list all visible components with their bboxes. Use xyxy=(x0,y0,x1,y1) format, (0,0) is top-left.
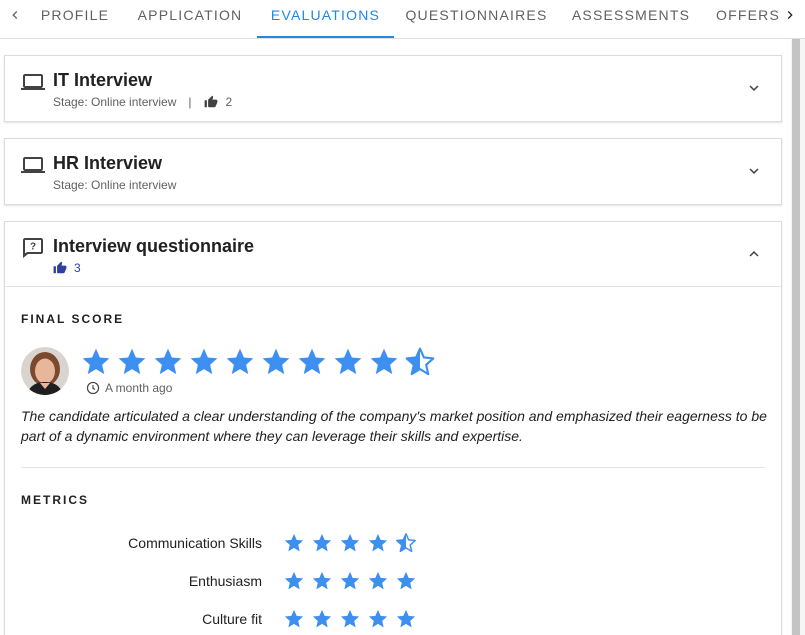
chevron-left-icon xyxy=(12,11,18,19)
card-title: HR Interview xyxy=(53,153,163,173)
avatar xyxy=(21,347,69,395)
laptop-icon xyxy=(21,74,45,90)
tabs-scroll-right-button[interactable] xyxy=(775,0,805,30)
star-full-icon xyxy=(284,571,304,590)
star-full-icon xyxy=(284,533,304,552)
star-full-icon xyxy=(118,348,146,375)
star-full-icon xyxy=(334,348,362,375)
star-full-icon xyxy=(298,348,326,375)
star-full-icon xyxy=(368,571,388,590)
card-title: IT Interview xyxy=(53,70,153,90)
metric-label-culture-fit: Culture fit xyxy=(202,611,262,627)
star-full-icon xyxy=(190,348,218,375)
active-tab-indicator xyxy=(257,36,394,38)
question-bubble-icon: ? xyxy=(23,238,43,258)
card-subtitle: Stage: Online interview | 2 xyxy=(53,95,232,109)
evaluation-card-it-interview[interactable]: IT Interview Stage: Online interview | 2 xyxy=(4,55,782,122)
chevron-down-icon[interactable] xyxy=(745,79,763,97)
chevron-down-icon[interactable] xyxy=(745,162,763,180)
card-subtitle: 3 xyxy=(53,261,81,275)
separator: | xyxy=(188,95,192,109)
star-full-icon xyxy=(284,609,304,628)
star-full-icon xyxy=(340,609,360,628)
star-half-icon xyxy=(405,347,435,376)
star-full-icon xyxy=(368,609,388,628)
metric-label-enthusiasm: Enthusiasm xyxy=(188,573,262,589)
metric-rating-communication-skills xyxy=(283,532,417,554)
tab-evaluations[interactable]: EVALUATIONS xyxy=(257,0,394,38)
metric-rating-culture-fit xyxy=(283,608,417,630)
metrics-heading: METRICS xyxy=(21,493,89,507)
thumb-up-icon xyxy=(53,261,67,274)
star-full-icon xyxy=(312,609,332,628)
star-full-icon xyxy=(368,533,388,552)
tab-bar: PROFILE APPLICATION EVALUATIONS QUESTION… xyxy=(0,0,805,39)
tab-assessments[interactable]: ASSESSMENTS xyxy=(562,0,700,38)
card-title: Interview questionnaire xyxy=(53,236,255,256)
likes-count: 2 xyxy=(225,95,233,109)
card-subtitle: Stage: Online interview xyxy=(53,178,176,192)
tab-questionnaires[interactable]: QUESTIONNAIRES xyxy=(398,0,555,38)
chevron-up-icon[interactable] xyxy=(745,245,763,263)
timestamp: A month ago xyxy=(86,381,172,395)
scrollbar-thumb[interactable] xyxy=(792,39,800,635)
stage-label: Stage: Online interview xyxy=(53,178,177,192)
final-score-heading: FINAL SCORE xyxy=(21,312,125,326)
tabs-scroll-left-button[interactable] xyxy=(0,0,30,30)
evaluation-card-hr-interview[interactable]: HR Interview Stage: Online interview xyxy=(4,138,782,205)
star-full-icon xyxy=(82,348,110,375)
star-full-icon xyxy=(340,571,360,590)
star-full-icon xyxy=(312,533,332,552)
final-score-rating xyxy=(80,346,436,378)
metric-rating-enthusiasm xyxy=(283,570,417,592)
chevron-right-icon xyxy=(787,11,793,19)
metric-label-communication-skills: Communication Skills xyxy=(128,535,262,551)
stage-label: Stage: Online interview xyxy=(53,95,177,109)
tab-application[interactable]: APPLICATION xyxy=(125,0,255,38)
divider xyxy=(21,467,765,468)
star-full-icon xyxy=(154,348,182,375)
star-full-icon xyxy=(262,348,290,375)
clock-icon xyxy=(86,381,100,395)
star-full-icon xyxy=(370,348,398,375)
likes-count: 3 xyxy=(74,261,81,275)
star-half-icon xyxy=(396,533,416,553)
avatar-image xyxy=(21,347,69,395)
tab-offers[interactable]: OFFERS xyxy=(712,0,784,38)
star-full-icon xyxy=(312,571,332,590)
star-full-icon xyxy=(396,571,416,590)
timestamp-text: A month ago xyxy=(105,381,173,395)
star-full-icon xyxy=(396,609,416,628)
svg-text:?: ? xyxy=(30,242,36,253)
laptop-icon xyxy=(21,157,45,173)
star-full-icon xyxy=(226,348,254,375)
tab-profile[interactable]: PROFILE xyxy=(30,0,120,38)
thumb-up-icon xyxy=(204,95,217,108)
star-full-icon xyxy=(340,533,360,552)
evaluation-comment: The candidate articulated a clear unders… xyxy=(21,408,767,444)
